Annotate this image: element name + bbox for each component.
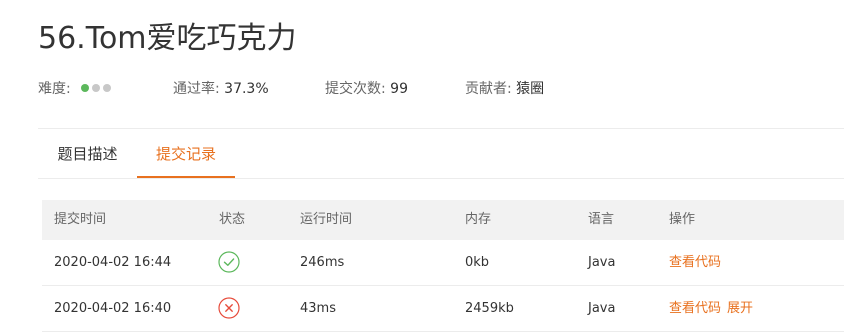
- difficulty-label: 难度:: [38, 81, 71, 97]
- language-value: Java: [588, 301, 616, 316]
- difficulty-dot-1: [81, 84, 90, 92]
- table-header: 提交时间 状态 运行时间 内存 语言 操作: [42, 200, 844, 240]
- difficulty-dot-2: [92, 84, 101, 92]
- pass-rate-meta: 通过率: 37.3%: [173, 78, 269, 100]
- contributor-value: 猿圈: [516, 81, 545, 97]
- language-value: Java: [588, 255, 616, 270]
- view-code-link[interactable]: 查看代码: [669, 301, 721, 316]
- submissions-table: 提交时间 状态 运行时间 内存 语言 操作 2020-04-02 16:44 2…: [42, 200, 844, 332]
- view-code-link[interactable]: 查看代码: [669, 255, 721, 270]
- cross-circle-icon: [218, 297, 240, 319]
- runtime-value: 43ms: [300, 301, 336, 316]
- tab-submission-records[interactable]: 提交记录: [137, 132, 235, 178]
- header-memory: 内存: [465, 212, 492, 227]
- pass-rate-label: 通过率:: [173, 81, 220, 97]
- problem-title: 56.Tom爱吃巧克力: [38, 21, 297, 56]
- memory-value: 0kb: [465, 255, 490, 270]
- contributor-label: 贡献者:: [465, 81, 512, 97]
- runtime-value: 246ms: [300, 255, 345, 270]
- submit-time: 2020-04-02 16:44: [54, 255, 172, 270]
- header-submit-time: 提交时间: [54, 212, 107, 227]
- tab-bar: 题目描述 提交记录: [38, 132, 844, 179]
- difficulty-dot-3: [103, 84, 112, 92]
- header-actions: 操作: [669, 212, 696, 227]
- submit-time: 2020-04-02 16:40: [54, 301, 172, 316]
- memory-value: 2459kb: [465, 301, 514, 316]
- actions-cell: 查看代码 展开: [669, 286, 759, 331]
- submissions-value: 99: [390, 81, 408, 97]
- check-circle-icon: [218, 251, 240, 273]
- header-divider: [38, 128, 844, 129]
- contributor-meta: 贡献者: 猿圈: [465, 78, 544, 100]
- expand-link[interactable]: 展开: [727, 301, 753, 316]
- header-runtime: 运行时间: [300, 212, 353, 227]
- difficulty-meta: 难度:: [38, 78, 112, 100]
- tab-problem-description[interactable]: 题目描述: [38, 132, 137, 176]
- table-row: 2020-04-02 16:40 43ms 2459kb Java 查看代码 展开: [42, 286, 844, 332]
- header-status: 状态: [219, 212, 246, 227]
- actions-cell: 查看代码: [669, 240, 727, 285]
- pass-rate-value: 37.3%: [224, 81, 269, 97]
- submissions-meta: 提交次数: 99: [325, 78, 408, 100]
- header-language: 语言: [588, 212, 615, 227]
- table-row: 2020-04-02 16:44 246ms 0kb Java 查看代码: [42, 240, 844, 286]
- submissions-label: 提交次数:: [325, 81, 386, 97]
